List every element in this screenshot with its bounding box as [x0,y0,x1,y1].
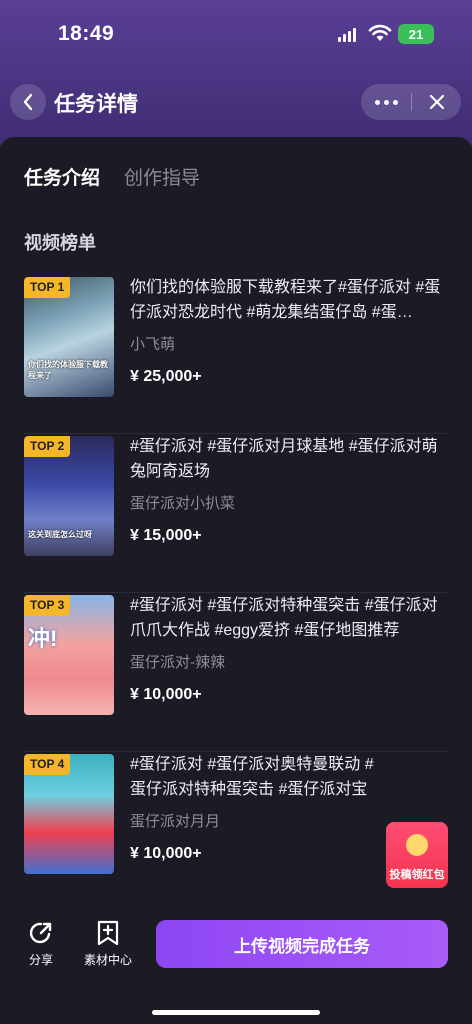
list-item[interactable]: TOP 1 你们找的体验服下载教程来了 你们找的体验服下载教程来了#蛋仔派对 #… [24,275,448,434]
video-author: 蛋仔派对-辣辣 [130,654,225,671]
list-item[interactable]: TOP 3 冲! #蛋仔派对 #蛋仔派对特种蛋突击 #蛋仔派对爪爪大作战 #eg… [24,593,448,752]
nav-bar: 任务详情 [0,78,472,126]
rank-badge: TOP 4 [24,754,71,775]
status-time: 18:49 [58,22,115,45]
video-author: 蛋仔派对月月 [130,813,221,830]
tab-task-intro[interactable]: 任务介绍 [24,163,100,190]
video-thumbnail[interactable]: TOP 2 这关到底怎么过呀 [24,436,114,556]
list-item[interactable]: TOP 2 这关到底怎么过呀 #蛋仔派对 #蛋仔派对月球基地 #蛋仔派对萌兔阿奇… [24,434,448,593]
video-title: #蛋仔派对 #蛋仔派对奥特曼联动 #蛋仔派对特种蛋突击 #蛋仔派对宝藏地图推荐 [130,756,374,798]
page-title: 任务详情 [54,93,138,116]
video-thumbnail[interactable]: TOP 1 你们找的体验服下载教程来了 [24,277,114,397]
wifi-icon [368,24,392,41]
video-reward: ¥ 10,000+ [130,686,202,703]
red-packet-label: 投稿领红包 [389,869,445,881]
cellular-signal-icon [338,28,356,42]
rank-badge: TOP 1 [24,277,71,298]
chevron-left-icon [23,93,33,111]
bottom-action-bar: 分享 素材中心 上传视频完成任务 [0,900,472,1024]
close-button[interactable] [412,94,461,110]
video-title: 你们找的体验服下载教程来了#蛋仔派对 #蛋仔派对恐龙时代 #萌龙集结蛋仔岛 #蛋… [130,279,441,321]
rank-badge: TOP 3 [24,595,71,616]
miniapp-capsule [361,84,461,120]
list-item[interactable]: TOP 4 #蛋仔派对 #蛋仔派对奥特曼联动 #蛋仔派对特种蛋突击 #蛋仔派对宝… [24,752,448,911]
battery-indicator: 21 [398,24,434,44]
video-reward: ¥ 25,000+ [130,368,202,385]
thumbnail-caption: 你们找的体验服下载教程来了 [28,360,108,380]
tab-bar: 任务介绍 创作指导 [24,163,200,190]
material-center-button[interactable]: 素材中心 [84,920,132,968]
thumbnail-caption: 这关到底怎么过呀 [28,530,92,539]
red-packet-button[interactable]: 投稿领红包 [386,822,448,888]
home-indicator [152,1010,320,1015]
more-button[interactable] [361,99,411,105]
video-ranking-list: TOP 1 你们找的体验服下载教程来了 你们找的体验服下载教程来了#蛋仔派对 #… [24,275,448,911]
material-center-label: 素材中心 [84,953,133,967]
status-bar: 18:49 21 [0,0,472,70]
video-author: 蛋仔派对小扒菜 [130,495,236,512]
rank-badge: TOP 2 [24,436,71,457]
video-reward: ¥ 15,000+ [130,527,202,544]
upload-video-button[interactable]: 上传视频完成任务 [156,920,448,968]
tab-creation-guide[interactable]: 创作指导 [124,163,200,190]
coin-icon [406,834,428,856]
video-thumbnail[interactable]: TOP 4 [24,754,114,874]
video-thumbnail[interactable]: TOP 3 冲! [24,595,114,715]
share-icon [29,922,52,944]
video-title: #蛋仔派对 #蛋仔派对特种蛋突击 #蛋仔派对爪爪大作战 #eggy爱挤 #蛋仔地… [130,597,438,639]
share-button[interactable]: 分享 [28,920,54,968]
section-title: 视频榜单 [24,233,96,253]
video-title: #蛋仔派对 #蛋仔派对月球基地 #蛋仔派对萌兔阿奇返场 [130,438,438,480]
bookmark-add-icon [97,920,119,946]
video-author: 小飞萌 [130,336,176,353]
video-reward: ¥ 10,000+ [130,845,202,862]
battery-level: 21 [408,26,424,42]
more-icon [374,99,380,105]
thumbnail-caption: 冲! [28,626,58,651]
content-sheet: 任务介绍 创作指导 视频榜单 TOP 1 你们找的体验服下载教程来了 你们找的体… [0,137,472,1024]
share-label: 分享 [28,953,53,967]
close-icon [429,94,444,110]
back-button[interactable] [10,84,46,120]
